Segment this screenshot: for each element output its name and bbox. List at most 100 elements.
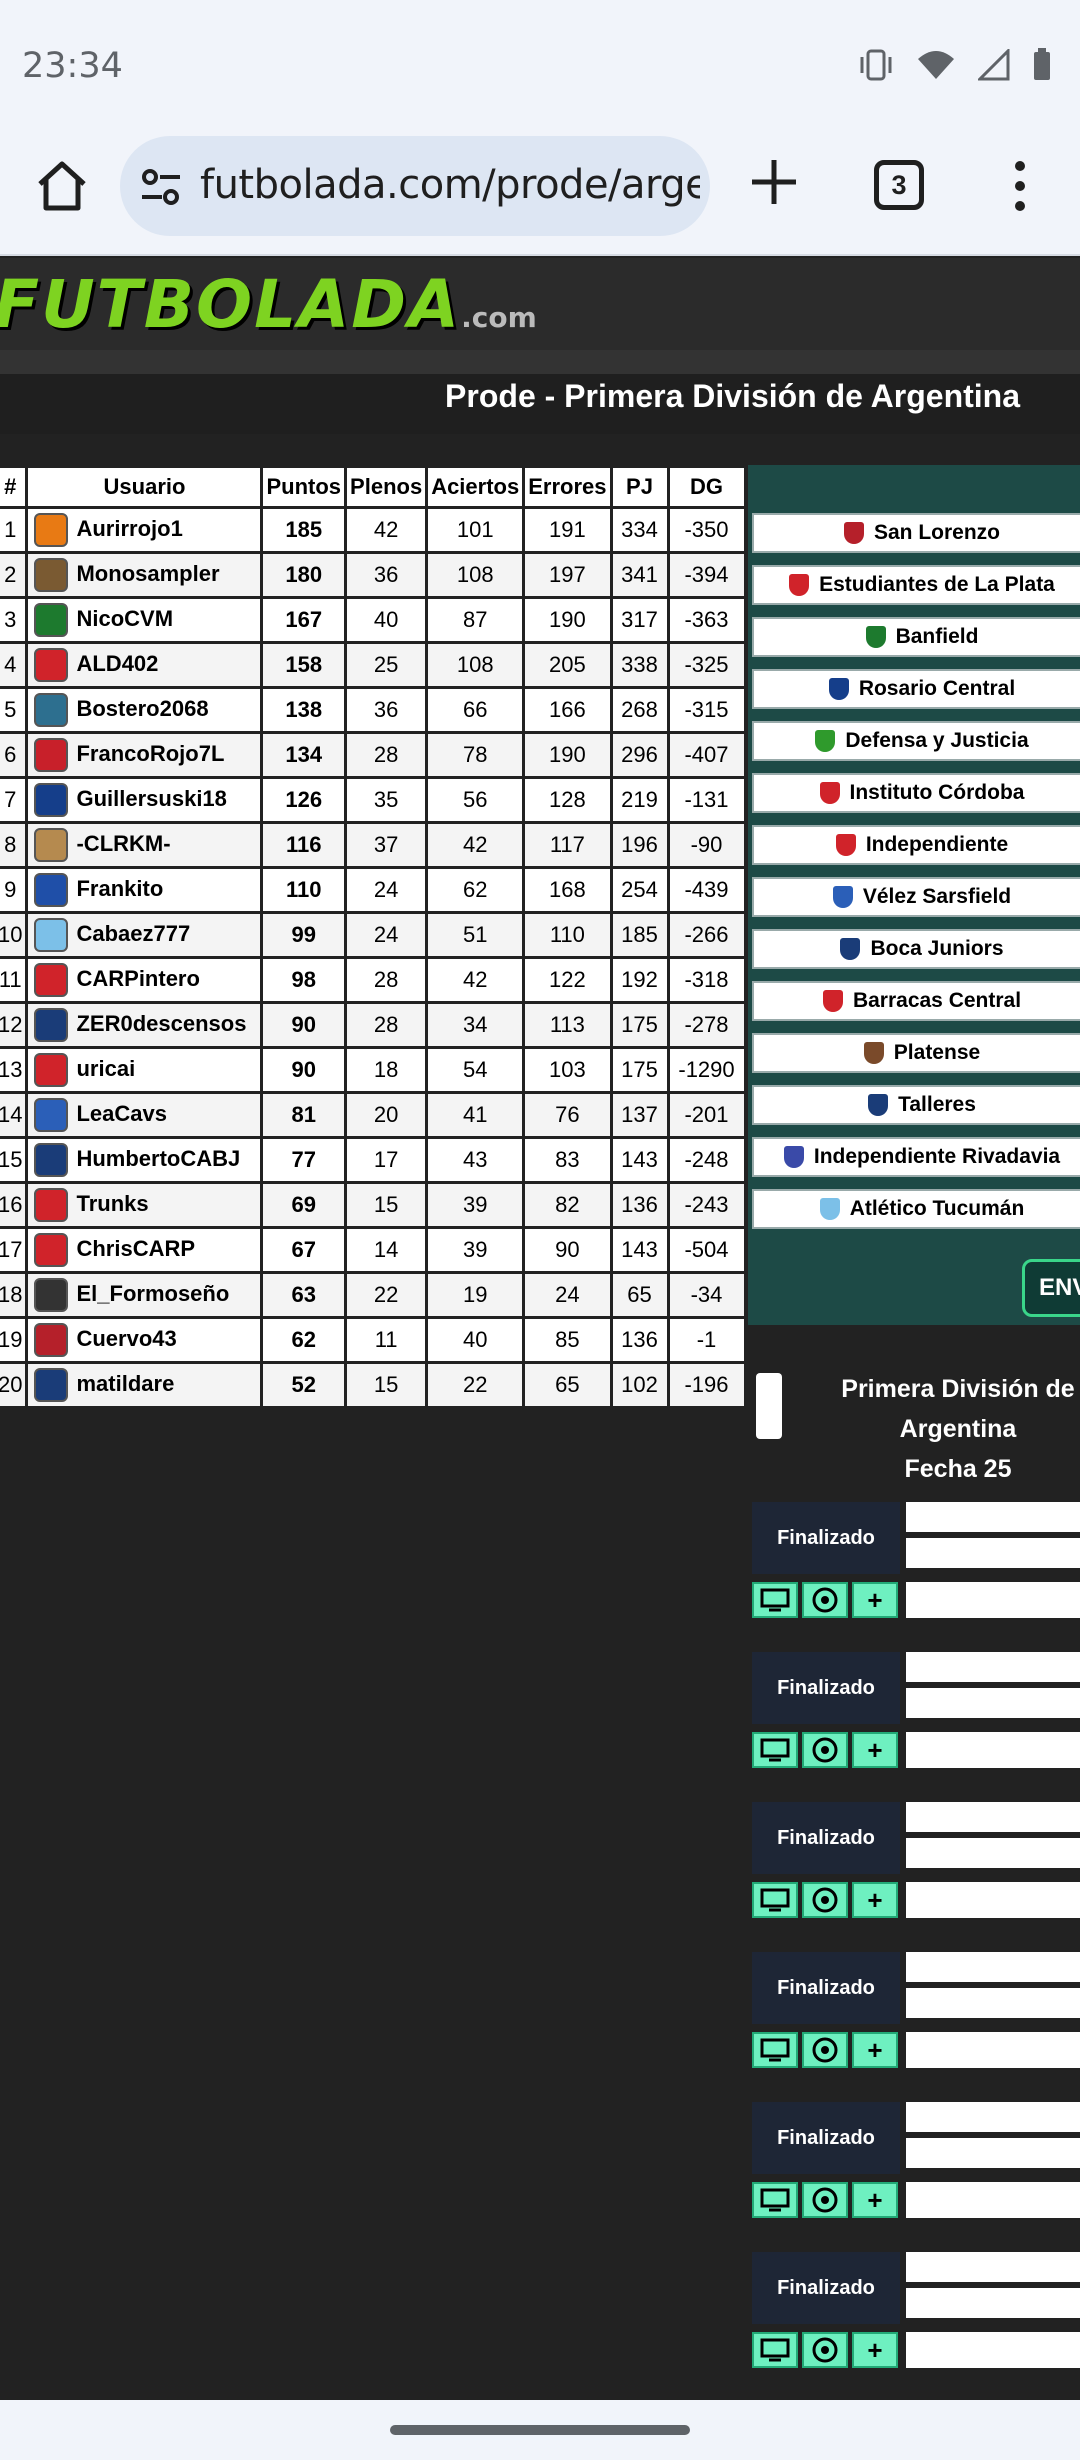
- add-button[interactable]: +: [852, 2332, 898, 2368]
- stats-button[interactable]: [802, 2182, 848, 2218]
- username[interactable]: El_Formoseño: [76, 1281, 229, 1306]
- user-cell[interactable]: NicoCVM: [28, 599, 261, 641]
- table-row[interactable]: 18 El_Formoseño 63 22 19 24 65 -34: [0, 1274, 744, 1316]
- user-cell[interactable]: ALD402: [28, 644, 261, 686]
- team-pick-row[interactable]: Banfield: [752, 617, 1080, 657]
- user-cell[interactable]: -CLRKM-: [28, 824, 261, 866]
- table-row[interactable]: 1 Aurirrojo1 185 42 101 191 334 -350: [0, 509, 744, 551]
- username[interactable]: Guillersuski18: [76, 786, 226, 811]
- username[interactable]: Monosampler: [76, 561, 219, 586]
- username[interactable]: -CLRKM-: [76, 831, 170, 856]
- username[interactable]: FrancoRojo7L: [76, 741, 224, 766]
- table-row[interactable]: 7 Guillersuski18 126 35 56 128 219 -131: [0, 779, 744, 821]
- tv-button[interactable]: [752, 1732, 798, 1768]
- user-cell[interactable]: FrancoRojo7L: [28, 734, 261, 776]
- site-settings-icon[interactable]: [140, 166, 182, 208]
- username[interactable]: LeaCavs: [76, 1101, 167, 1126]
- table-row[interactable]: 2 Monosampler 180 36 108 197 341 -394: [0, 554, 744, 596]
- user-cell[interactable]: matildare: [28, 1364, 261, 1406]
- team-pick-row[interactable]: Barracas Central: [752, 981, 1080, 1021]
- team-pick-row[interactable]: Vélez Sarsfield: [752, 877, 1080, 917]
- user-cell[interactable]: Monosampler: [28, 554, 261, 596]
- user-cell[interactable]: Aurirrojo1: [28, 509, 261, 551]
- team-pick-row[interactable]: Boca Juniors: [752, 929, 1080, 969]
- prediction-field[interactable]: [906, 2182, 1080, 2218]
- tv-button[interactable]: [752, 1882, 798, 1918]
- stats-button[interactable]: [802, 1882, 848, 1918]
- table-row[interactable]: 6 FrancoRojo7L 134 28 78 190 296 -407: [0, 734, 744, 776]
- user-cell[interactable]: uricai: [28, 1049, 261, 1091]
- stats-button[interactable]: [802, 2332, 848, 2368]
- table-row[interactable]: 10 Cabaez777 99 24 51 110 185 -266: [0, 914, 744, 956]
- tv-button[interactable]: [752, 2032, 798, 2068]
- table-row[interactable]: 16 Trunks 69 15 39 82 136 -243: [0, 1184, 744, 1226]
- table-row[interactable]: 19 Cuervo43 62 11 40 85 136 -1: [0, 1319, 744, 1361]
- team-pick-row[interactable]: Talleres: [752, 1085, 1080, 1125]
- home-gesture-handle[interactable]: [390, 2425, 690, 2435]
- prediction-field[interactable]: [906, 1582, 1080, 1618]
- user-cell[interactable]: ChrisCARP: [28, 1229, 261, 1271]
- username[interactable]: Cuervo43: [76, 1326, 176, 1351]
- prediction-field[interactable]: [906, 2032, 1080, 2068]
- username[interactable]: Cabaez777: [76, 921, 190, 946]
- user-cell[interactable]: Cabaez777: [28, 914, 261, 956]
- user-cell[interactable]: HumbertoCABJ: [28, 1139, 261, 1181]
- team-pick-row[interactable]: Instituto Córdoba: [752, 773, 1080, 813]
- team-pick-row[interactable]: Estudiantes de La Plata: [752, 565, 1080, 605]
- stats-button[interactable]: [802, 1582, 848, 1618]
- prediction-field[interactable]: [906, 1882, 1080, 1918]
- table-row[interactable]: 5 Bostero2068 138 36 66 166 268 -315: [0, 689, 744, 731]
- add-button[interactable]: +: [852, 1582, 898, 1618]
- user-cell[interactable]: El_Formoseño: [28, 1274, 261, 1316]
- table-row[interactable]: 8 -CLRKM- 116 37 42 117 196 -90: [0, 824, 744, 866]
- team-pick-row[interactable]: San Lorenzo: [752, 513, 1080, 553]
- user-cell[interactable]: ZER0descensos: [28, 1004, 261, 1046]
- team-pick-row[interactable]: Defensa y Justicia: [752, 721, 1080, 761]
- new-tab-icon[interactable]: [748, 156, 800, 208]
- table-row[interactable]: 15 HumbertoCABJ 77 17 43 83 143 -248: [0, 1139, 744, 1181]
- more-menu-icon[interactable]: [1010, 158, 1030, 214]
- username[interactable]: ChrisCARP: [76, 1236, 195, 1261]
- url-text[interactable]: futbolada.com/prode/argen: [200, 162, 700, 208]
- add-button[interactable]: +: [852, 2182, 898, 2218]
- add-button[interactable]: +: [852, 1732, 898, 1768]
- submit-button[interactable]: ENV: [1022, 1259, 1080, 1317]
- team-pick-row[interactable]: Platense: [752, 1033, 1080, 1073]
- user-cell[interactable]: LeaCavs: [28, 1094, 261, 1136]
- table-row[interactable]: 11 CARPintero 98 28 42 122 192 -318: [0, 959, 744, 1001]
- team-pick-row[interactable]: Atlético Tucumán: [752, 1189, 1080, 1229]
- table-row[interactable]: 13 uricai 90 18 54 103 175 -1290: [0, 1049, 744, 1091]
- stats-button[interactable]: [802, 2032, 848, 2068]
- home-icon[interactable]: [34, 158, 90, 214]
- user-cell[interactable]: Guillersuski18: [28, 779, 261, 821]
- table-row[interactable]: 3 NicoCVM 167 40 87 190 317 -363: [0, 599, 744, 641]
- user-cell[interactable]: CARPintero: [28, 959, 261, 1001]
- username[interactable]: NicoCVM: [76, 606, 173, 631]
- team-pick-row[interactable]: Rosario Central: [752, 669, 1080, 709]
- stats-button[interactable]: [802, 1732, 848, 1768]
- user-cell[interactable]: Bostero2068: [28, 689, 261, 731]
- username[interactable]: Aurirrojo1: [76, 516, 182, 541]
- table-row[interactable]: 17 ChrisCARP 67 14 39 90 143 -504: [0, 1229, 744, 1271]
- table-row[interactable]: 4 ALD402 158 25 108 205 338 -325: [0, 644, 744, 686]
- tab-switcher-button[interactable]: 3: [874, 160, 924, 210]
- table-row[interactable]: 9 Frankito 110 24 62 168 254 -439: [0, 869, 744, 911]
- username[interactable]: ALD402: [76, 651, 158, 676]
- add-button[interactable]: +: [852, 1882, 898, 1918]
- team-pick-row[interactable]: Independiente Rivadavia: [752, 1137, 1080, 1177]
- prediction-field[interactable]: [906, 1732, 1080, 1768]
- username[interactable]: Frankito: [76, 876, 163, 901]
- address-bar[interactable]: futbolada.com/prode/argen: [120, 136, 710, 236]
- username[interactable]: Trunks: [76, 1191, 148, 1216]
- prediction-field[interactable]: [906, 2332, 1080, 2368]
- username[interactable]: ZER0descensos: [76, 1011, 246, 1036]
- table-row[interactable]: 14 LeaCavs 81 20 41 76 137 -201: [0, 1094, 744, 1136]
- username[interactable]: CARPintero: [76, 966, 199, 991]
- username[interactable]: Bostero2068: [76, 696, 208, 721]
- tv-button[interactable]: [752, 2332, 798, 2368]
- username[interactable]: HumbertoCABJ: [76, 1146, 240, 1171]
- table-row[interactable]: 12 ZER0descensos 90 28 34 113 175 -278: [0, 1004, 744, 1046]
- username[interactable]: uricai: [76, 1056, 135, 1081]
- user-cell[interactable]: Trunks: [28, 1184, 261, 1226]
- user-cell[interactable]: Cuervo43: [28, 1319, 261, 1361]
